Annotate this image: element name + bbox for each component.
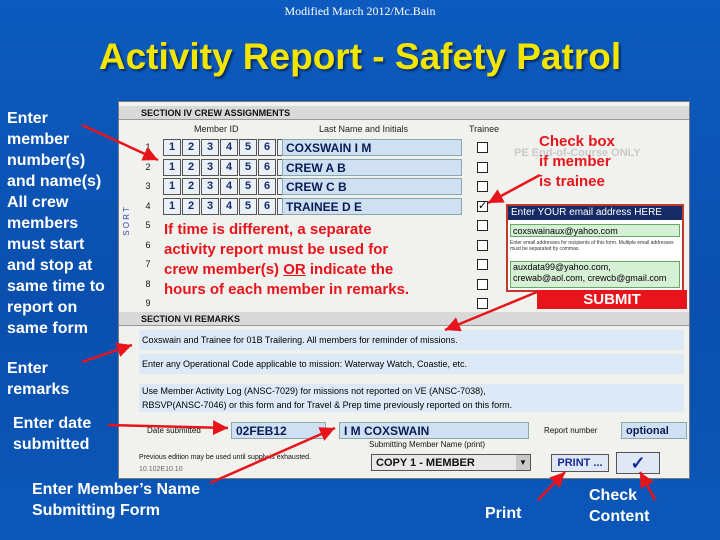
arrow-to-member-id — [81, 123, 159, 162]
arrow-to-remarks-area — [81, 342, 133, 364]
arrow-to-member-name — [209, 426, 336, 485]
arrow-to-date — [107, 420, 229, 436]
arrow-to-trainee-box — [487, 173, 541, 205]
arrow-to-check — [638, 471, 657, 501]
annotation-arrows — [81, 123, 657, 501]
arrow-to-print — [537, 471, 566, 501]
arrow-to-remarks — [444, 290, 538, 332]
